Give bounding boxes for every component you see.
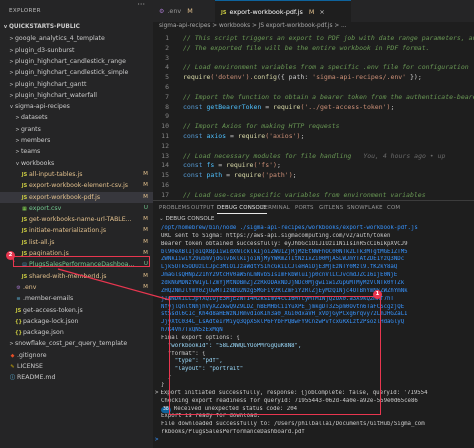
- annotation-box-output: [169, 296, 381, 415]
- annotation-box-file: [13, 256, 150, 267]
- annotation-badge-1: 1: [373, 290, 382, 299]
- annotation-line-2b: [57, 268, 171, 301]
- annotation-badge-2: 2: [6, 251, 15, 260]
